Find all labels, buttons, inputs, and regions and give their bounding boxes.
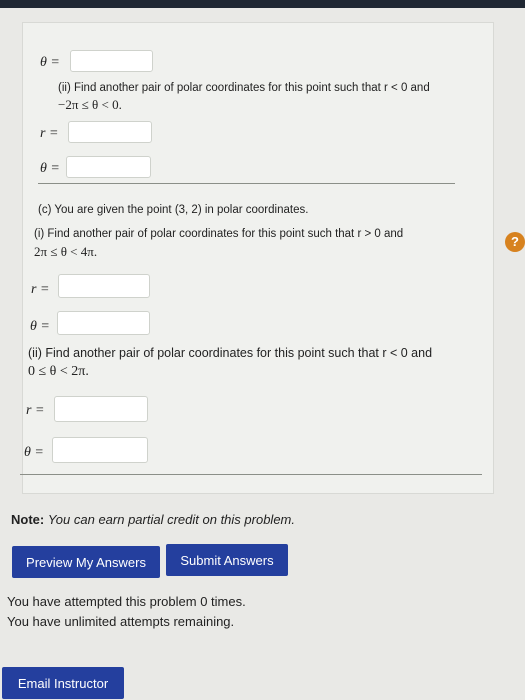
heading-c: (c) You are given the point (3, 2) in po… [38, 204, 309, 216]
submit-answers-button[interactable]: Submit Answers [166, 544, 288, 576]
attempt-status: You have attempted this problem 0 times.… [7, 592, 246, 632]
condition-c-i: 2π ≤ θ < 4π. [34, 244, 98, 259]
theta-answer-input-c-i[interactable] [57, 311, 150, 335]
note-label: Note: [11, 512, 45, 527]
prompt-c-ii: (ii) Find another pair of polar coordina… [28, 346, 433, 360]
r-label-c-i: r = [31, 282, 50, 297]
theta-answer-input-top[interactable] [70, 50, 153, 72]
preview-answers-button[interactable]: Preview My Answers [12, 546, 160, 578]
help-icon[interactable]: ? [505, 232, 525, 252]
partial-credit-note: Note: You can earn partial credit on thi… [11, 512, 295, 527]
r-label-c-ii: r = [26, 403, 45, 418]
theta-label-top: θ = [40, 55, 60, 70]
theta-answer-input-b-ii[interactable] [66, 156, 151, 178]
divider-1 [38, 183, 455, 184]
attempts-text: You have attempted this problem 0 times. [7, 594, 246, 609]
note-text: You can earn partial credit on this prob… [47, 512, 295, 527]
r-label-b-ii: r = [40, 126, 59, 141]
prompt-b-ii: (ii) Find another pair of polar coordina… [58, 82, 430, 94]
prompt-c-i: (i) Find another pair of polar coordinat… [34, 228, 404, 240]
r-answer-input-b-ii[interactable] [68, 121, 152, 143]
top-bar [0, 0, 525, 8]
remaining-text: You have unlimited attempts remaining. [7, 614, 235, 629]
condition-c-ii: 0 ≤ θ < 2π. [28, 364, 89, 379]
theta-label-c-i: θ = [30, 319, 50, 334]
theta-answer-input-c-ii[interactable] [52, 437, 148, 463]
theta-label-b-ii: θ = [40, 161, 60, 176]
r-answer-input-c-ii[interactable] [54, 396, 148, 422]
theta-label-c-ii: θ = [24, 445, 44, 460]
divider-2 [20, 474, 482, 475]
r-answer-input-c-i[interactable] [58, 274, 150, 298]
condition-b-ii: −2π ≤ θ < 0. [58, 97, 122, 112]
email-instructor-button[interactable]: Email Instructor [2, 667, 124, 699]
